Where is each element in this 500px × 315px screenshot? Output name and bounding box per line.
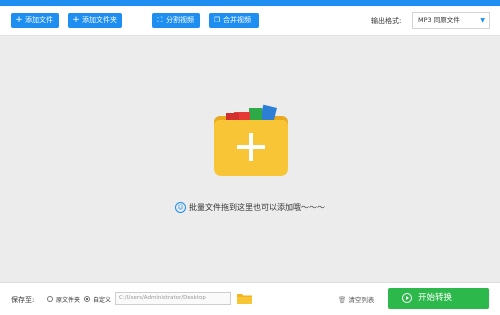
- smile-icon: ☺: [175, 202, 186, 213]
- drop-hint-text: 批量文件拖到这里也可以添加哦～～～: [189, 203, 325, 212]
- plus-icon: +: [72, 15, 80, 25]
- start-convert-label: 开始转换: [418, 293, 453, 303]
- toolbar: + 添加文件 + 添加文件夹 ⛶ 分割视频 ❐ 合并视频 输出格式: MP3 同原文件 …: [0, 6, 500, 36]
- start-convert-button[interactable]: 开始转换: [388, 288, 489, 309]
- drop-area[interactable]: ☺ 批量文件拖到这里也可以添加哦～～～: [0, 36, 500, 282]
- clear-list-button[interactable]: 🗑 清空列表: [338, 294, 374, 304]
- plus-icon: +: [15, 15, 23, 25]
- save-to-label: 保存至:: [11, 296, 35, 304]
- add-folder-label: 添加文件夹: [82, 16, 117, 24]
- play-circle-icon: [402, 293, 412, 303]
- trash-icon: 🗑: [338, 296, 347, 304]
- chevron-down-icon: ▼: [480, 17, 485, 24]
- radio-custom[interactable]: [84, 296, 90, 302]
- merge-video-label: 合并视频: [223, 16, 251, 24]
- split-icon: ⛶: [157, 16, 163, 24]
- add-file-button[interactable]: + 添加文件: [11, 13, 59, 28]
- clear-list-label: 清空列表: [348, 296, 375, 304]
- split-video-button[interactable]: ⛶ 分割视频: [152, 13, 200, 28]
- drop-hint: ☺ 批量文件拖到这里也可以添加哦～～～: [0, 202, 500, 213]
- output-path-field[interactable]: C:/Users/Administrator/Desktop: [115, 292, 231, 305]
- add-file-label: 添加文件: [25, 16, 53, 24]
- output-format-select[interactable]: MP3 同原文件 ▼: [412, 12, 490, 29]
- output-format-value: MP3 同原文件: [418, 16, 460, 24]
- folder-icon[interactable]: [237, 293, 252, 304]
- merge-video-button[interactable]: ❐ 合并视频: [209, 13, 259, 28]
- radio-custom-label: 自定义: [93, 297, 112, 304]
- output-format-label: 输出格式:: [371, 17, 402, 25]
- radio-source-folder[interactable]: [47, 296, 53, 302]
- split-video-label: 分割视频: [166, 16, 194, 24]
- folder-plus-icon[interactable]: [206, 98, 296, 176]
- add-folder-button[interactable]: + 添加文件夹: [68, 13, 122, 28]
- merge-icon: ❐: [213, 16, 221, 24]
- footer-bar: 保存至: 原文件夹 自定义 C:/Users/Administrator/Des…: [0, 282, 500, 315]
- radio-source-folder-label: 原文件夹: [56, 297, 81, 304]
